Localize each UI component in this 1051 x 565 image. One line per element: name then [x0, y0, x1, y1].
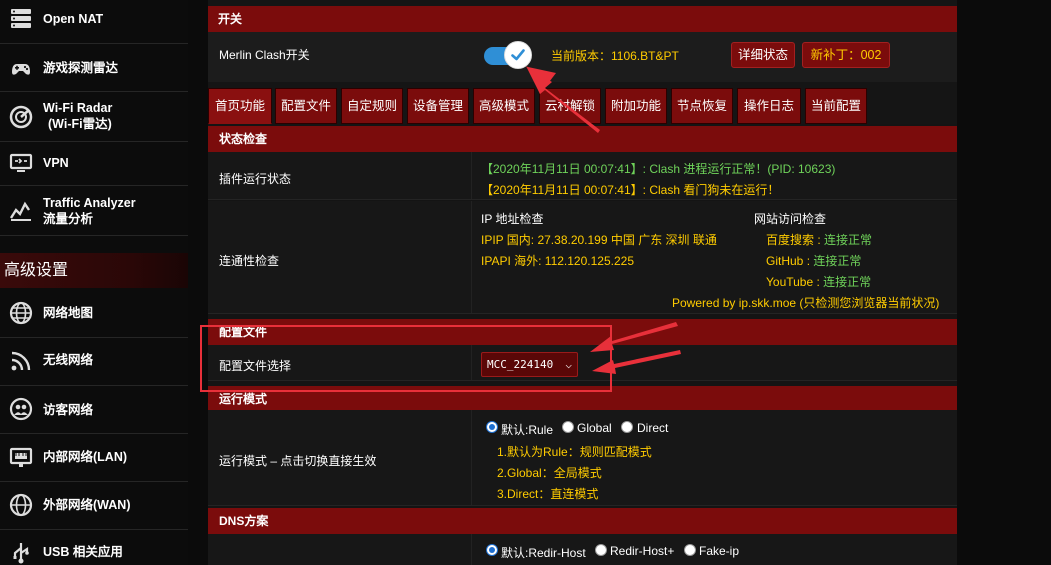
sidebar-item-network-map[interactable]: 网络地图 — [0, 290, 188, 338]
tab-device-management[interactable]: 设备管理 — [407, 88, 469, 124]
mode-radio-direct[interactable] — [621, 421, 633, 433]
tab-extra-features[interactable]: 附加功能 — [605, 88, 667, 124]
wifi-radar-icon — [6, 102, 36, 132]
new-patch-button[interactable]: 新补丁：002 — [802, 42, 890, 68]
mode-radio-global[interactable] — [562, 421, 574, 433]
mode-note: 2.Global：全局模式 — [497, 466, 602, 480]
open-nat-icon — [6, 4, 36, 34]
config-section-title: 配置文件 — [208, 319, 957, 345]
advanced-settings-heading: 高级设置 — [0, 253, 188, 288]
site-check-item: YouTube : 连接正常 — [766, 275, 872, 289]
main-content: 开关 Merlin Clash开关 首页功能 配置文件 自定规则 设备管理 高级… — [208, 0, 957, 565]
switch-section-title: 开关 — [208, 6, 957, 32]
sidebar-item-lan[interactable]: 内部网络(LAN) — [0, 434, 188, 482]
dns-option-label: Redir-Host+ — [610, 544, 675, 558]
current-version: 当前版本：1106.BT&PT — [551, 49, 679, 63]
mode-option-label: Global — [577, 421, 612, 435]
usb-icon — [6, 538, 36, 565]
tab-home[interactable]: 首页功能 — [208, 88, 272, 124]
site-status: 连接正常 — [824, 233, 873, 247]
sidebar-item-wifi-radar[interactable]: Wi-Fi Radar (Wi-Fi雷达) — [0, 92, 188, 142]
dns-section-title: DNS方案 — [208, 508, 957, 534]
traffic-analyzer-icon — [6, 196, 36, 226]
mode-label: 运行模式 – 点击切换直接生效 — [219, 454, 377, 468]
sidebar-item-label: 游戏探测雷达 — [43, 61, 119, 75]
mode-section-title: 运行模式 — [208, 386, 957, 410]
tab-bar: 首页功能 配置文件 自定规则 设备管理 高级模式 云村解锁 附加功能 节点恢复 … — [208, 88, 957, 124]
sidebar-item-vpn[interactable]: VPN — [0, 142, 188, 186]
mode-note: 1.默认为Rule：规则匹配模式 — [497, 445, 652, 459]
details-status-button[interactable]: 详细状态 — [731, 42, 795, 68]
site-check-item: 百度搜索 : 连接正常 — [766, 233, 873, 247]
site-status: 连接正常 — [813, 254, 862, 268]
vpn-icon — [6, 149, 36, 179]
connectivity-label: 连通性检查 — [219, 254, 280, 268]
network-map-icon — [6, 298, 36, 328]
ipip-domestic-ip: IPIP 国内: 27.38.20.199 中国 广东 深圳 联通 — [481, 233, 717, 247]
sidebar-item-label: USB 相关应用 — [43, 545, 123, 559]
mode-option-label: 默认:Rule — [501, 423, 554, 437]
tab-current-config[interactable]: 当前配置 — [805, 88, 867, 124]
tab-cloud-unlock[interactable]: 云村解锁 — [539, 88, 601, 124]
dns-option-label: Fake-ip — [699, 544, 740, 558]
sidebar-item-label: VPN — [43, 156, 69, 170]
sidebar-item-label: 外部网络(WAN) — [43, 498, 131, 512]
tab-advanced-mode[interactable]: 高级模式 — [473, 88, 535, 124]
config-select-row: 配置文件选择 — [208, 345, 957, 381]
dns-radio-fake-ip[interactable] — [684, 544, 696, 556]
sidebar-item-open-nat[interactable]: Open NAT — [0, 0, 188, 44]
ip-check-heading: IP 地址检查 — [481, 212, 544, 226]
sidebar-item-label: 访客网络 — [43, 403, 94, 417]
tab-panel: 状态检查 插件运行状态 【2020年11月11日 00:07:41】: Clas… — [208, 124, 957, 565]
powered-by-note: Powered by ip.skk.moe (只检测您浏览器当前状况) — [672, 296, 940, 310]
sidebar-item-label: Wi-Fi Radar — [43, 101, 113, 115]
config-select-label: 配置文件选择 — [219, 359, 292, 373]
mode-option-label: Direct — [637, 421, 669, 435]
tab-custom-rules[interactable]: 自定规则 — [341, 88, 403, 124]
clash-watchdog-status: 【2020年11月11日 00:07:41】: Clash 看门狗未在运行！ — [481, 183, 780, 197]
sidebar-item-label: Open NAT — [43, 12, 104, 26]
sidebar-item-label: 内部网络(LAN) — [43, 450, 128, 464]
sidebar: Open NAT 游戏探测雷达 Wi-Fi Radar (Wi-Fi雷达) VP… — [0, 0, 188, 565]
sidebar-item-game-radar[interactable]: 游戏探测雷达 — [0, 44, 188, 92]
merlin-clash-switch-label: Merlin Clash开关 — [219, 48, 310, 62]
lan-icon — [6, 442, 36, 472]
chevron-down-icon: ⌵ — [565, 358, 572, 371]
dns-radio-redir-host[interactable] — [486, 544, 498, 556]
config-file-select[interactable]: MCC_224140 ⌵ — [481, 352, 578, 377]
sidebar-item-sublabel: (Wi-Fi雷达) — [48, 117, 112, 131]
plugin-status-label: 插件运行状态 — [219, 172, 292, 186]
site-status: 连接正常 — [823, 275, 872, 289]
tab-operation-log[interactable]: 操作日志 — [737, 88, 801, 124]
sidebar-item-wireless[interactable]: 无线网络 — [0, 338, 188, 386]
ipapi-overseas-ip: IPAPI 海外: 112.120.125.225 — [481, 254, 634, 268]
mode-radio-rule[interactable] — [486, 421, 498, 433]
sidebar-item-sublabel: 流量分析 — [43, 212, 94, 226]
sidebar-item-guest-network[interactable]: 访客网络 — [0, 386, 188, 434]
wan-icon — [6, 490, 36, 520]
tab-node-restore[interactable]: 节点恢复 — [671, 88, 733, 124]
clash-process-status: 【2020年11月11日 00:07:41】: Clash 进程运行正常！(PI… — [481, 162, 836, 176]
dns-radio-redir-host-plus[interactable] — [595, 544, 607, 556]
sidebar-item-label: Traffic Analyzer — [43, 196, 136, 210]
game-radar-icon — [6, 53, 36, 83]
site-check-item: GitHub : 连接正常 — [766, 254, 862, 268]
site-check-heading: 网站访问检查 — [754, 212, 827, 226]
mode-note: 3.Direct：直连模式 — [497, 487, 599, 501]
sidebar-item-label: 网络地图 — [43, 306, 94, 320]
sidebar-item-wan[interactable]: 外部网络(WAN) — [0, 482, 188, 530]
config-file-select-value: MCC_224140 — [487, 358, 554, 371]
dns-option-label: 默认:Redir-Host — [501, 546, 586, 560]
wireless-icon — [6, 346, 36, 376]
checkmark-icon — [511, 49, 525, 61]
toggle-knob[interactable] — [504, 41, 532, 69]
sidebar-item-usb[interactable]: USB 相关应用 — [0, 530, 188, 565]
connectivity-row: 连通性检查 IP 地址检查 IPIP 国内: 27.38.20.199 中国 广… — [208, 201, 957, 314]
status-section-title: 状态检查 — [208, 126, 957, 152]
sidebar-item-traffic-analyzer[interactable]: Traffic Analyzer 流量分析 — [0, 186, 188, 236]
tab-config-file[interactable]: 配置文件 — [275, 88, 337, 124]
guest-network-icon — [6, 394, 36, 424]
sidebar-item-label: 无线网络 — [43, 353, 94, 367]
plugin-status-row: 插件运行状态 【2020年11月11日 00:07:41】: Clash 进程运… — [208, 152, 957, 200]
